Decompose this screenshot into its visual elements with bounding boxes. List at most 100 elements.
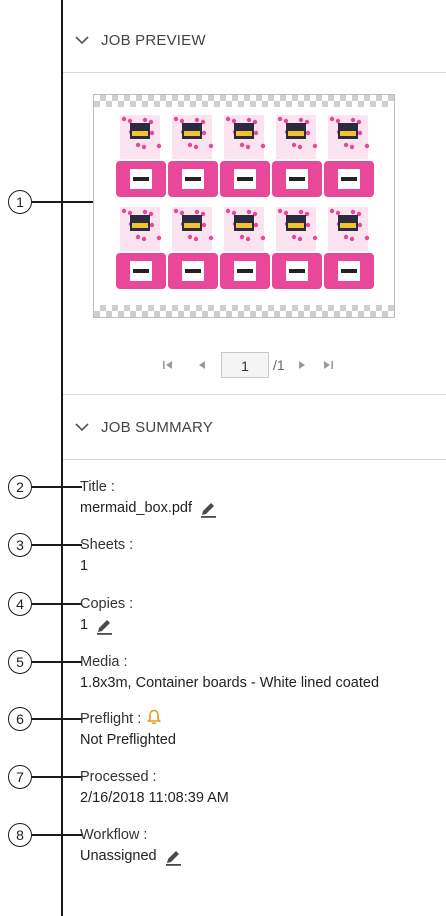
box-label-stripe — [184, 131, 200, 136]
box-window-mark — [237, 177, 253, 181]
pattern-dot — [149, 130, 155, 136]
preflight-field: Preflight : Not Preflighted — [80, 709, 176, 751]
pattern-dot — [127, 118, 133, 124]
pattern-dot — [225, 116, 231, 122]
pencil-icon[interactable] — [163, 847, 183, 867]
pattern-dot — [253, 130, 259, 136]
pattern-dot — [231, 118, 237, 124]
title-label: Title : — [80, 479, 115, 495]
pattern-dot — [179, 210, 185, 216]
pattern-dot — [298, 209, 304, 215]
box-window-mark — [237, 269, 253, 273]
box-window-mark — [185, 269, 201, 273]
pattern-dot — [187, 234, 193, 240]
page-total: /1 — [273, 357, 285, 373]
pattern-dot — [193, 236, 199, 242]
box-label-stripe — [132, 131, 148, 136]
pattern-dot — [127, 210, 133, 216]
pattern-dot — [246, 117, 252, 123]
last-page-icon — [323, 361, 333, 369]
pattern-dot — [246, 209, 252, 215]
pattern-dot — [260, 143, 266, 149]
pattern-dot — [283, 210, 289, 216]
pattern-dot — [225, 208, 231, 214]
chevron-down-icon — [75, 36, 89, 45]
pattern-dot — [349, 236, 355, 242]
pattern-dot — [239, 142, 245, 148]
pattern-dot — [142, 209, 148, 215]
pattern-dot — [173, 208, 179, 214]
last-page-button[interactable] — [315, 355, 341, 375]
pattern-dot — [335, 118, 341, 124]
box-window-mark — [341, 177, 357, 181]
box-window-mark — [133, 269, 149, 273]
copies-label: Copies : — [80, 596, 134, 612]
pattern-dot — [343, 142, 349, 148]
pattern-dot — [357, 130, 363, 136]
prev-page-button[interactable] — [189, 355, 215, 375]
pattern-dot — [297, 144, 303, 150]
title-value: mermaid_box.pdf — [80, 500, 193, 516]
sheets-field: Sheets : 1 — [80, 535, 133, 577]
pattern-dot — [312, 143, 318, 149]
pattern-dot — [201, 130, 207, 136]
preflight-label: Preflight : — [80, 711, 142, 727]
workflow-label: Workflow : — [80, 827, 148, 843]
pattern-dot — [329, 116, 335, 122]
pattern-dot — [312, 235, 318, 241]
sheets-label: Sheets : — [80, 537, 134, 553]
pencil-icon[interactable] — [94, 616, 114, 636]
pattern-dot — [343, 234, 349, 240]
job-preview-thumbnail — [93, 94, 395, 318]
box-window-mark — [185, 177, 201, 181]
pattern-dot — [201, 222, 207, 228]
job-preview-header[interactable]: JOB PREVIEW — [63, 8, 446, 73]
pattern-dot — [208, 143, 214, 149]
pattern-dot — [350, 209, 356, 215]
pattern-dot — [291, 234, 297, 240]
pencil-icon[interactable] — [198, 499, 218, 519]
pattern-dot — [135, 234, 141, 240]
job-preview-title: JOB PREVIEW — [101, 31, 206, 49]
pattern-dot — [329, 208, 335, 214]
pattern-dot — [173, 116, 179, 122]
pattern-dot — [179, 118, 185, 124]
pattern-dot — [231, 210, 237, 216]
pattern-dot — [135, 142, 141, 148]
pattern-dot — [277, 208, 283, 214]
pattern-dot — [253, 222, 259, 228]
pattern-dot — [142, 117, 148, 123]
first-page-icon — [163, 361, 172, 369]
box-label-stripe — [340, 223, 356, 228]
pattern-dot — [277, 116, 283, 122]
pattern-dot — [364, 235, 370, 241]
pattern-dot — [305, 130, 311, 136]
box-label-stripe — [184, 223, 200, 228]
pattern-dot — [245, 144, 251, 150]
copies-field: Copies : 1 — [80, 594, 133, 636]
pattern-dot — [297, 236, 303, 242]
page-navigator: 1 /1 — [155, 352, 341, 378]
pattern-dot — [364, 143, 370, 149]
job-summary-header[interactable]: JOB SUMMARY — [63, 394, 446, 460]
media-label: Media : — [80, 654, 128, 670]
pattern-dot — [349, 144, 355, 150]
pattern-dot — [335, 210, 341, 216]
media-value: 1.8x3m, Container boards - White lined c… — [80, 675, 380, 691]
box-window-mark — [289, 177, 305, 181]
pattern-dot — [156, 235, 162, 241]
box-label-stripe — [236, 223, 252, 228]
box-window-mark — [341, 269, 357, 273]
pattern-dot — [208, 235, 214, 241]
next-page-icon — [298, 361, 305, 369]
pattern-dot — [239, 234, 245, 240]
pattern-dot — [283, 118, 289, 124]
job-summary-title: JOB SUMMARY — [101, 418, 213, 436]
box-label-stripe — [236, 131, 252, 136]
next-page-button[interactable] — [289, 355, 315, 375]
processed-label: Processed : — [80, 769, 157, 785]
prev-page-icon — [199, 361, 205, 369]
page-number-input[interactable]: 1 — [221, 352, 269, 378]
box-window-mark — [289, 269, 305, 273]
first-page-button[interactable] — [155, 355, 181, 375]
